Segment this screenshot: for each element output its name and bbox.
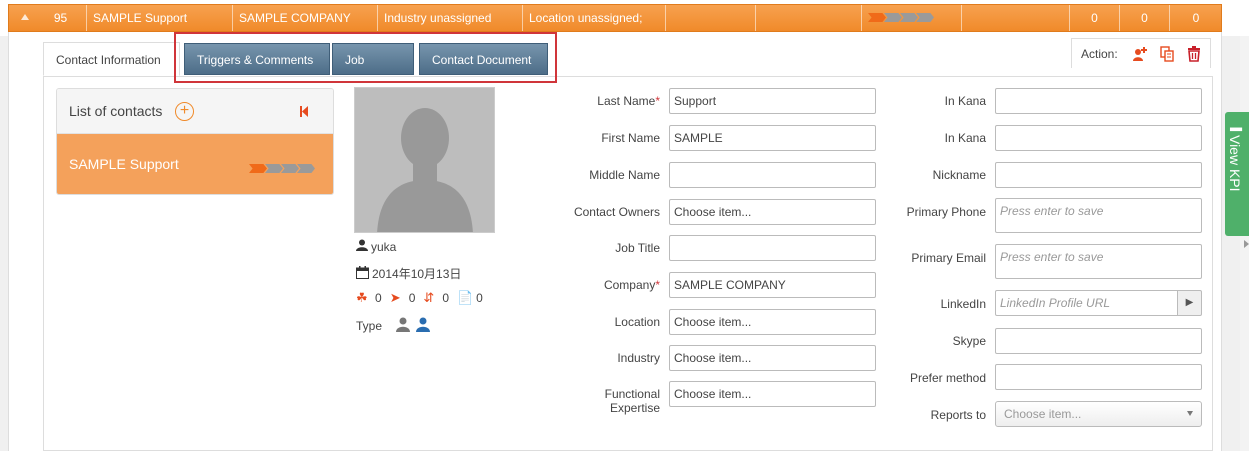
stat-documents: 📄 0 [457,290,483,306]
primary-phone-field[interactable]: Press enter to save [995,198,1202,233]
functional-expertise-label: Functional Expertise [604,387,660,415]
summary-industry: Industry unassigned [378,5,523,31]
primary-email-label: Primary Email [911,251,986,265]
summary-empty-1 [666,5,756,31]
primary-email-field[interactable]: Press enter to save [995,244,1202,279]
prefer-method-label: Prefer method [909,371,986,385]
summary-empty-2 [756,5,862,31]
in-kana-field-2[interactable] [995,125,1202,151]
tab-contact-information[interactable]: Contact Information [43,42,180,76]
summary-bar[interactable]: 95 SAMPLE Support SAMPLE COMPANY Industr… [8,4,1222,32]
first-name-label: First Name [601,131,660,145]
kpi-expand-arrow-icon[interactable] [1244,240,1249,248]
summary-count-3: 0 [1192,11,1200,25]
skype-field[interactable] [995,328,1202,354]
type-person-blue-icon[interactable] [416,317,431,335]
company-field[interactable]: SAMPLE COMPANY [669,272,876,298]
contact-progress-bar [249,164,315,173]
location-select[interactable]: Choose item... [669,309,876,335]
summary-count-2: 0 [1120,5,1170,31]
summary-empty-3 [962,5,1070,31]
industry-select[interactable]: Choose item... [669,345,876,371]
type-person-gray-icon[interactable] [396,317,411,335]
reports-to-value: Choose item... [1004,407,1082,421]
contacts-list-header: List of contacts + [57,89,333,134]
middle-name-label: Middle Name [589,168,660,182]
stats-row: ☘ 0 ➤ 0 ⇵ 0 📄 0 [356,290,491,306]
contact-list-item[interactable]: SAMPLE Support [57,134,333,194]
primary-phone-label: Primary Phone [906,205,986,219]
type-label: Type [356,319,383,333]
stat-arrows: ➤ 0 [389,290,416,306]
contact-list-item-name: SAMPLE Support [69,156,179,172]
chevron-down-icon [1187,411,1193,416]
add-contact-icon[interactable] [1132,46,1148,62]
delete-icon[interactable] [1186,46,1202,62]
nickname-field[interactable] [995,162,1202,188]
job-title-label: Job Title [615,241,660,255]
last-name-label: Last Name* [597,94,660,108]
document-icon: 📄 [457,290,474,305]
bar-chart-icon: ▐ [1230,124,1241,132]
calendar-icon [356,265,369,282]
hand-person-icon: ☘ [356,290,368,305]
transfer-person-icon: ⇵ [423,290,435,305]
functional-expertise-select[interactable]: Choose item... [669,381,876,407]
arrow-person-icon: ➤ [389,290,401,305]
contact-detail-panel: Contact Information Triggers & Comments … [8,32,1222,451]
view-kpi-tab[interactable]: ▐ View KPI [1225,112,1249,236]
job-title-field[interactable] [669,235,876,261]
linkedin-field[interactable]: LinkedIn Profile URL [995,290,1178,316]
in-kana-field-1[interactable] [995,88,1202,114]
action-box: Action: [1071,38,1211,68]
contact-photo-placeholder[interactable] [354,87,495,233]
view-kpi-label: ▐ View KPI [1227,124,1243,192]
action-label: Action: [1081,47,1118,61]
contact-summary-row[interactable]: 95 SAMPLE Support SAMPLE COMPANY Industr… [0,0,1249,36]
middle-name-field[interactable] [669,162,876,188]
contacts-list-title: List of contacts [69,103,163,119]
summary-company: SAMPLE COMPANY [233,5,378,31]
contact-owners-label: Contact Owners [573,205,660,219]
prefer-method-field[interactable] [995,364,1202,390]
location-label: Location [614,315,660,329]
contacts-list: List of contacts + SAMPLE Support [56,88,334,195]
last-name-field[interactable]: Support [669,88,876,114]
linkedin-go-button[interactable]: ▶ [1178,290,1202,316]
type-row: Type [356,317,431,335]
skype-label: Skype [952,334,986,348]
in-kana-label-2: In Kana [944,131,986,145]
reports-to-label: Reports to [930,408,986,422]
in-kana-label-1: In Kana [944,94,986,108]
stat-transfers: ⇵ 0 [423,290,450,306]
summary-location: Location unassigned; [523,5,666,31]
summary-count-1: 0 [1070,5,1120,31]
stat-triggers: ☘ 0 [356,290,382,306]
company-label: Company* [603,278,660,292]
nickname-label: Nickname [932,168,986,182]
first-name-field[interactable]: SAMPLE [669,125,876,151]
linkedin-label: LinkedIn [940,297,986,311]
summary-name: SAMPLE Support [87,5,233,31]
copy-icon[interactable] [1159,46,1175,62]
date-row: 2014年10月13日 [356,265,461,282]
contact-owners-select[interactable]: Choose item... [669,199,876,225]
summary-id: 95 [35,5,87,31]
summary-progress [862,5,962,31]
add-contact-plus-icon[interactable]: + [175,102,194,121]
collapse-list-icon[interactable] [300,106,308,117]
contact-information-content: List of contacts + SAMPLE Support yuka 2… [43,76,1213,451]
collapse-triangle-icon[interactable] [21,14,29,20]
owner-name: yuka [371,239,397,254]
summary-progress-bar [868,13,934,22]
industry-label: Industry [617,351,660,365]
reports-to-select[interactable]: Choose item... [995,401,1202,427]
created-date: 2014年10月13日 [372,267,462,281]
user-icon [356,239,368,254]
highlight-box [174,32,557,83]
owner-row: yuka [356,239,396,254]
